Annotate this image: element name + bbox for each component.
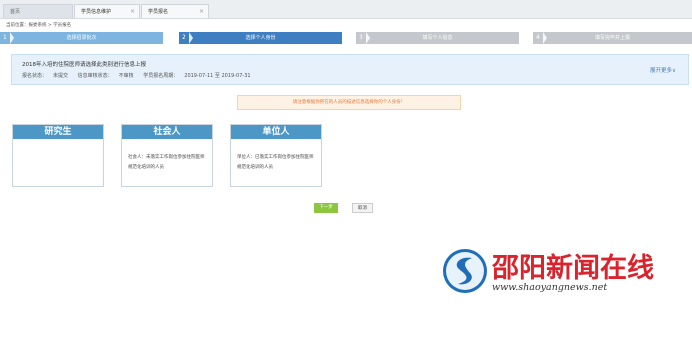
tab-label: 学员报名 [148,9,169,15]
next-button[interactable]: 下一步 [314,203,338,213]
identity-card-social[interactable]: 社会人 社会人：未落实工作岗位参加住院医师规范化培训的人员 [121,124,213,187]
card-title: 单位人 [231,125,321,139]
period-value: 2019-07-11 至 2019-07-31 [184,73,251,79]
step-3: 填写个人信息 3 [356,32,519,44]
step-arrow-icon [543,32,547,44]
batch-info-panel: 2018年入培的住院医师请选择此类别进行信息上报 报名状态： 未提交 信息审核状态… [11,54,689,85]
close-icon[interactable]: × [199,5,204,19]
step-4: 填写完毕并上报 4 [533,32,692,44]
expand-more-link[interactable]: 展开更多∨ [650,66,676,74]
identity-card-graduate[interactable]: 研究生 [12,124,104,187]
breadcrumb: 当前位置：报委系统 > 学员报名 [6,23,72,28]
step-label: 选择个人身份 [245,35,276,41]
step-arrow-icon [366,32,370,44]
batch-meta: 报名状态： 未提交 信息审核状态： 不审核 学员报名周期： 2019-07-11 至 … [22,72,257,79]
status-value: 未提交 [53,73,69,79]
watermark-url: www.shaoyangnews.net [492,282,608,293]
step-label: 填写个人信息 [422,35,453,41]
tab-label: 学员信息维护 [81,9,112,15]
card-description: 社会人：未落实工作岗位参加住院医师规范化培训的人员 [128,155,205,170]
step-arrow-icon [10,32,14,44]
step-label: 选择招录批次 [66,35,97,41]
card-description: 单位人：已落实工作岗位参加住院医师规范化培训的人员 [237,155,314,170]
tab-student-registration[interactable]: 学员报名 × [141,4,209,18]
tab-label: 首页 [10,9,21,15]
period-label: 学员报名周期： [143,73,179,79]
step-2: 选择个人身份 2 [179,32,342,44]
step-label: 填写完毕并上报 [594,35,630,41]
step-arrow-icon [189,32,193,44]
watermark: 邵阳新闻在线 www.shaoyangnews.net [440,244,654,299]
close-icon[interactable]: × [130,5,135,19]
watermark-name: 邵阳新闻在线 [492,253,654,284]
batch-title: 2018年入培的住院医师请选择此类别进行信息上报 [22,62,146,68]
audit-label: 信息审核状态： [77,73,113,79]
watermark-logo-icon [443,249,487,293]
tab-home[interactable]: 首页 [3,4,73,18]
card-title: 社会人 [122,125,212,139]
step-1: 选择招录批次 1 [0,32,163,44]
card-title: 研究生 [13,125,103,139]
status-label: 报名状态： [22,73,48,79]
identity-notice: 请注意根据你所在的人员的描述信息选择你的个人身份！ [237,95,461,110]
identity-card-employer[interactable]: 单位人 单位人：已落实工作岗位参加住院医师规范化培训的人员 [230,124,322,187]
tab-bar: 首页 学员信息维护 × 学员报名 × [0,0,692,19]
tab-student-info[interactable]: 学员信息维护 × [74,4,140,18]
audit-value: 不审核 [118,73,134,79]
cancel-button[interactable]: 取消 [352,203,373,213]
